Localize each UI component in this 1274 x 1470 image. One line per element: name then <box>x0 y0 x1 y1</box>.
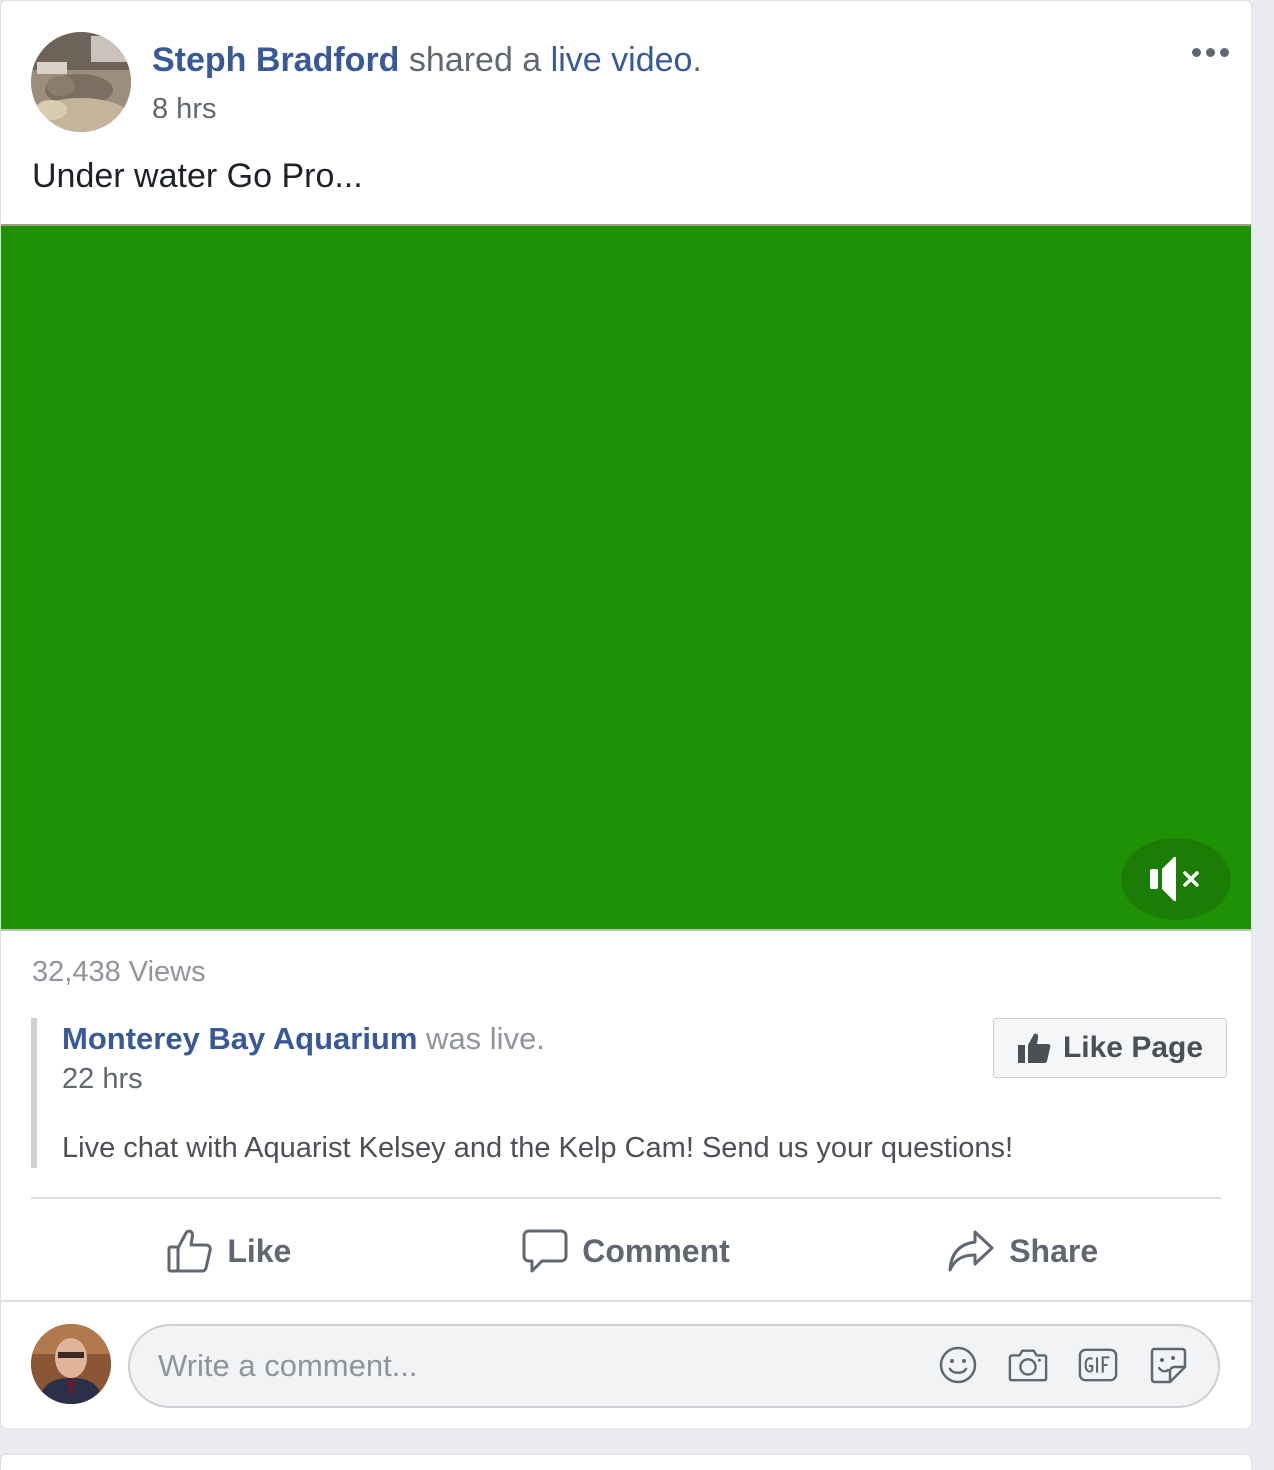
more-icon-dot <box>1205 47 1215 57</box>
thumbs-up-icon <box>1017 1033 1051 1063</box>
action-text: shared a <box>399 41 551 79</box>
divider <box>31 1197 1221 1199</box>
comment-input[interactable] <box>158 1326 898 1406</box>
user-photo <box>31 1324 111 1404</box>
more-icon-dot <box>1219 47 1229 57</box>
emoji-icon <box>939 1346 977 1384</box>
share-button[interactable]: Share <box>824 1211 1221 1291</box>
cat-photo <box>31 32 131 132</box>
shared-description: Live chat with Aquarist Kelsey and the K… <box>62 1132 1014 1164</box>
mute-icon <box>1150 857 1199 901</box>
author-name[interactable]: Steph Bradford <box>152 41 399 79</box>
camera-icon <box>1008 1349 1048 1382</box>
current-user-avatar[interactable] <box>31 1324 111 1404</box>
page-name[interactable]: Monterey Bay Aquarium <box>62 1021 417 1056</box>
shared-time[interactable]: 22 hrs <box>62 1061 143 1097</box>
video-player[interactable] <box>1 224 1251 931</box>
shared-header: Monterey Bay Aquarium was live. <box>62 1020 545 1058</box>
more-icon <box>1191 47 1201 57</box>
sticker-icon <box>1150 1347 1187 1384</box>
next-post-card <box>0 1454 1252 1470</box>
comment-tools <box>938 1344 1188 1386</box>
like-label: Like <box>227 1232 292 1269</box>
like-page-label: Like Page <box>1062 1031 1204 1064</box>
live-video-link[interactable]: live video <box>551 41 693 79</box>
thumbs-up-outline-icon <box>167 1229 213 1273</box>
comment-button[interactable]: Comment <box>428 1211 825 1291</box>
gif-icon <box>1078 1348 1118 1382</box>
comment-composer <box>1 1300 1251 1428</box>
author-avatar[interactable] <box>31 32 131 132</box>
photo-button[interactable] <box>1008 1344 1048 1386</box>
live-status: was live. <box>417 1021 545 1056</box>
more-options-button[interactable] <box>1187 41 1233 63</box>
gif-button[interactable] <box>1078 1344 1118 1386</box>
post-card: Steph Bradford shared a live video. 8 hr… <box>0 0 1252 1428</box>
emoji-button[interactable] <box>938 1344 978 1386</box>
shared-post: Monterey Bay Aquarium was live. 22 hrs L… <box>31 1018 1227 1168</box>
post-text: Under water Go Pro... <box>32 157 363 195</box>
share-icon <box>948 1230 994 1272</box>
comment-label: Comment <box>582 1232 730 1269</box>
post-time[interactable]: 8 hrs <box>152 91 216 127</box>
post-header: Steph Bradford shared a live video. <box>152 39 702 81</box>
comment-icon <box>522 1229 568 1273</box>
action-bar: Like Comment Share <box>31 1211 1221 1291</box>
share-label: Share <box>1009 1232 1099 1269</box>
like-button[interactable]: Like <box>31 1211 428 1291</box>
view-count[interactable]: 32,438 Views <box>32 954 206 990</box>
period: . <box>692 41 702 79</box>
comment-box <box>128 1324 1220 1408</box>
unmute-button[interactable] <box>1121 838 1231 920</box>
like-page-button[interactable]: Like Page <box>993 1018 1227 1078</box>
sticker-button[interactable] <box>1148 1344 1188 1386</box>
